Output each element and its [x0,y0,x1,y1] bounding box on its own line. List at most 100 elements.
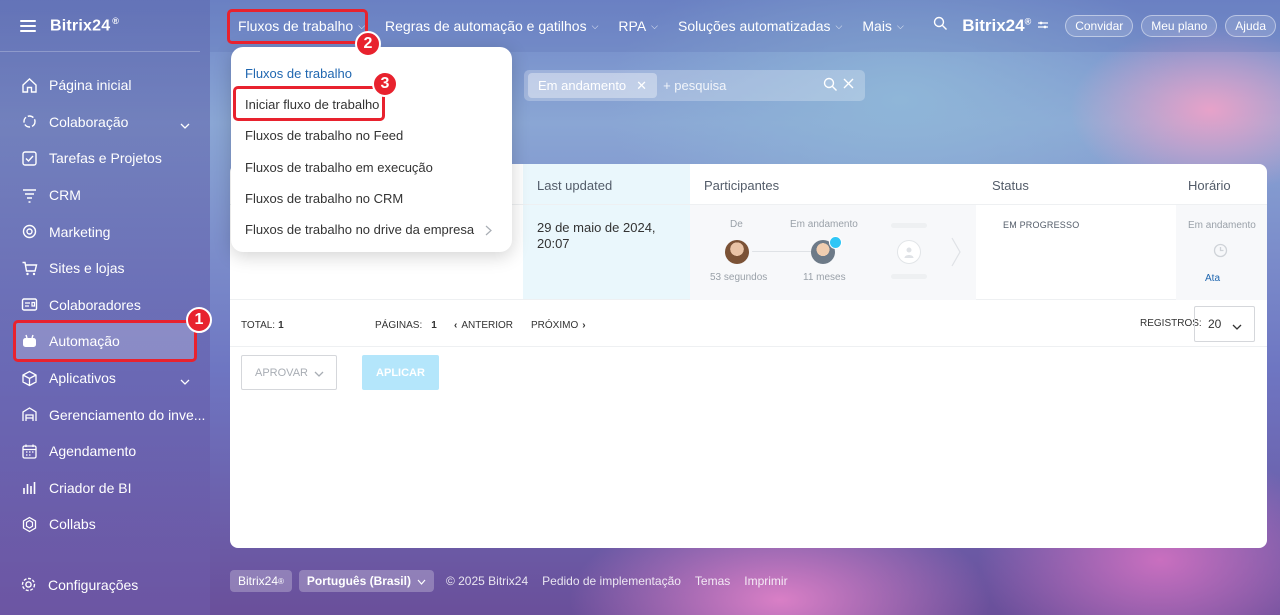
chevron-down-icon: ⌵ [896,20,904,31]
sliders-icon[interactable] [1037,17,1049,35]
brand-text: Bitrix24 [50,17,111,35]
footer-brand[interactable]: Bitrix24 ® [230,570,292,592]
sidebar-item-scheduling[interactable]: Agendamento [0,433,210,470]
sidebar-item-collaboration[interactable]: Colaboração [0,104,210,141]
help-button[interactable]: Ajuda [1225,15,1276,37]
sidebar-header: Bitrix24 ® [0,0,200,52]
time-label: Em andamento [1188,220,1256,231]
prev-label: ANTERIOR [461,320,514,331]
page-footer: Bitrix24 ® Português (Brasil) © 2025 Bitr… [230,570,788,592]
tab-rpa[interactable]: RPA ⌵ [618,18,658,34]
pagination-row: TOTAL: 1 PÁGINAS: 1 ‹ ANTERIOR PRÓXIMO › REG… [230,300,1267,347]
column-header-status[interactable]: Status [992,178,1029,193]
sidebar-item-tasks[interactable]: Tarefas e Projetos [0,140,210,177]
column-header-updated[interactable]: Last updated [537,178,612,193]
sidebar-item-label: Collabs [49,516,96,533]
filter-search-bar[interactable]: Em andamento ✕ + pesquisa [524,70,865,101]
menu-item-workflows-drive[interactable]: Fluxos de trabalho no drive da empresa [245,222,492,237]
from-time: 53 segundos [710,272,768,283]
sidebar-item-crm[interactable]: CRM [0,177,210,214]
top-brand-mark: ® [1024,16,1032,27]
total-value: 1 [278,320,284,331]
top-bar-right: Bitrix24® Convidar Meu plano Ajuda [933,0,1280,52]
tab-more[interactable]: Mais ⌵ [862,18,903,34]
column-header-time[interactable]: Horário [1188,178,1231,193]
footer-brand-mark: ® [278,576,284,586]
invite-button[interactable]: Convidar [1065,15,1134,37]
menu-item-workflows[interactable]: Fluxos de trabalho [245,66,352,81]
apply-button[interactable]: APLICAR [362,355,439,390]
avatar[interactable] [725,240,749,264]
sidebar-item-label: Colaboração [49,113,129,130]
id-card-icon [20,296,38,314]
search-icon[interactable] [933,16,948,36]
footer-link-themes[interactable]: Temas [695,574,730,588]
search-placeholder[interactable]: + pesquisa [663,78,726,93]
sidebar-item-home[interactable]: Página inicial [0,67,210,104]
minutes-link[interactable]: Ata [1205,273,1220,284]
sidebar-item-sites[interactable]: Sites e lojas [0,250,210,287]
sidebar-nav: Página inicial Colaboração Tarefas e Pro… [0,67,210,543]
language-select[interactable]: Português (Brasil) [298,570,434,592]
top-brand[interactable]: Bitrix24® [962,16,1031,36]
filter-chip[interactable]: Em andamento ✕ [528,73,658,98]
status-badge: EM PROGRESSO [1003,220,1080,230]
footer-link-print[interactable]: Imprimir [744,574,787,588]
step-badge-1: 1 [186,307,212,333]
sidebar-item-bi-builder[interactable]: Criador de BI [0,470,210,507]
clear-icon[interactable] [842,77,855,97]
last-updated-cell: 29 de maio de 2024, 20:07 [537,220,656,251]
column-header-participants[interactable]: Participantes [704,178,779,193]
approve-select[interactable]: APROVAR [241,355,337,390]
cube-icon [20,369,38,387]
sidebar-brand[interactable]: Bitrix24 ® [50,16,119,35]
my-plan-button[interactable]: Meu plano [1141,15,1218,37]
sidebar: Bitrix24 ® Página inicial Colaboração Tar… [0,0,210,615]
records-per-page-select[interactable]: 20 [1194,306,1255,342]
records-value: 20 [1208,317,1222,331]
sidebar-item-label: Tarefas e Projetos [49,150,162,167]
current-label: Em andamento [790,219,858,230]
target-icon [20,223,38,241]
footer-link-implementation[interactable]: Pedido de implementação [542,574,681,588]
pages-value: 1 [431,320,437,331]
placeholder-bar [891,223,927,228]
sidebar-item-settings[interactable]: Configurações [20,576,138,593]
from-label: De [730,219,743,230]
chevron-down-icon[interactable] [180,116,190,132]
menu-item-workflows-crm[interactable]: Fluxos de trabalho no CRM [245,191,403,206]
sidebar-item-marketing[interactable]: Marketing [0,213,210,250]
chevron-right-icon[interactable] [951,237,961,272]
tab-automated-solutions[interactable]: Soluções automatizadas ⌵ [678,18,842,34]
sidebar-item-collabs[interactable]: Collabs [0,506,210,543]
close-icon[interactable]: ✕ [636,78,647,94]
time-cell: Em andamento [1176,205,1267,300]
sidebar-item-label: Marketing [49,223,111,240]
sidebar-item-inventory[interactable]: Gerenciamento do inve... [0,396,210,433]
menu-item-workflows-feed[interactable]: Fluxos de trabalho no Feed [245,128,403,143]
menu-icon[interactable] [20,19,36,32]
top-brand-text: Bitrix24 [962,16,1025,35]
sidebar-item-label: Colaboradores [49,296,141,313]
next-page-button[interactable]: PRÓXIMO › [531,320,586,331]
warehouse-icon [20,406,38,424]
sidebar-item-label: Página inicial [49,77,132,94]
chevron-down-icon [417,574,426,588]
tab-automation-rules[interactable]: Regras de automação e gatilhos ⌵ [385,18,598,34]
approve-label: APROVAR [255,366,308,379]
search-icon[interactable] [823,77,838,97]
chevron-left-icon: ‹ [454,320,458,331]
copyright: © 2025 Bitrix24 [445,574,529,588]
chevron-down-icon[interactable] [180,372,190,388]
sidebar-item-apps[interactable]: Aplicativos [0,360,210,397]
prev-page-button[interactable]: ‹ ANTERIOR [454,320,513,331]
chevron-down-icon: ⌵ [591,20,599,31]
connector-line [752,251,812,252]
sidebar-item-employees[interactable]: Colaboradores [0,287,210,324]
tab-label: Soluções automatizadas [678,18,831,34]
home-icon [20,76,38,94]
records-label: REGISTROS: [1140,318,1202,329]
sidebar-item-label: Criador de BI [49,479,132,496]
menu-item-workflows-running[interactable]: Fluxos de trabalho em execução [245,160,433,175]
chevron-down-icon: ⌵ [835,20,843,31]
